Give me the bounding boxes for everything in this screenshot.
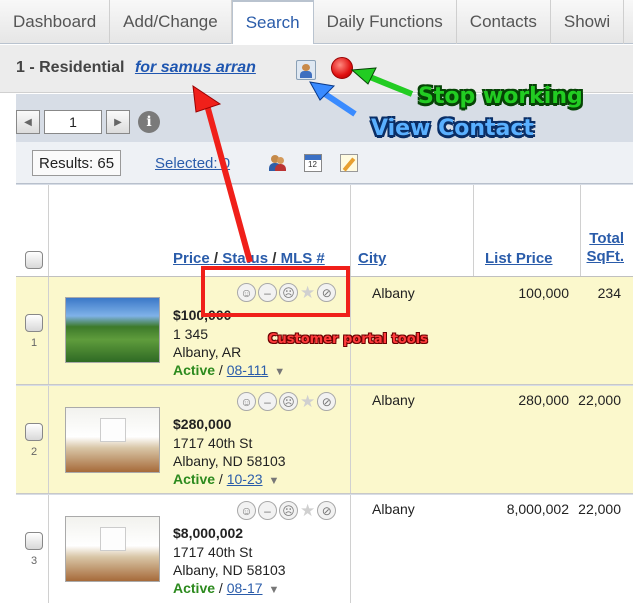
chevron-down-icon[interactable]: ▼ [269,475,280,487]
listing-address-line1: 1 345 [173,326,209,342]
row-number: 3 [31,555,38,567]
listing-list-price: 8,000,002 [506,501,569,517]
mls-link[interactable]: 10-23 [227,471,263,487]
info-icon[interactable]: i [138,111,160,133]
next-page-button[interactable]: ▶ [106,110,130,134]
edit-note-icon[interactable] [340,154,358,172]
listing-price: $8,000,002 [173,525,244,541]
table-row[interactable]: 2 ☺ – ☹ ★ ⊘ $280,000 1717 40th St Albany… [16,386,633,494]
customer-portal-annotation: Customer portal tools [268,332,428,347]
main-tabs: Dashboard Add/Change Search Daily Functi… [0,0,633,44]
tab-search[interactable]: Search [231,0,314,44]
mls-link[interactable]: 08-111 [227,362,269,378]
listing-city: Albany [372,285,415,301]
mls-link[interactable]: 08-17 [227,580,263,596]
frown-face-icon[interactable]: ☹ [279,501,298,520]
view-contact-annotation: View Contact [371,116,534,141]
smile-face-icon[interactable]: ☺ [237,392,256,411]
listing-list-price: 100,000 [518,285,569,301]
tab-contacts[interactable]: Contacts [457,0,551,44]
neutral-face-icon[interactable]: – [258,501,277,520]
list-price-sort-link[interactable]: List Price [485,250,553,267]
neutral-face-icon[interactable]: – [258,392,277,411]
listing-address-line2: Albany, AR [173,344,242,360]
row-number: 2 [31,446,38,458]
row-checkbox[interactable] [25,314,43,332]
listing-sqft: 234 [597,285,621,301]
listing-status: Active / 08-17 ▼ [173,580,280,596]
page-number-input[interactable]: 1 [44,110,102,134]
table-header: Price / Status / MLS # City List Price T… [16,185,633,277]
star-icon[interactable]: ★ [300,501,315,520]
listing-city: Albany [372,501,415,517]
listing-price: $280,000 [173,416,232,432]
block-icon[interactable]: ⊘ [317,392,337,411]
calendar-icon[interactable]: 12 [304,154,322,172]
portal-tools-highlight-box [201,266,350,317]
people-icon[interactable] [268,154,286,172]
prev-page-button[interactable]: ◀ [16,110,40,134]
star-icon[interactable]: ★ [300,392,315,411]
listing-status: Active / 08-111 ▼ [173,362,286,378]
row-number: 1 [31,337,38,349]
listing-list-price: 280,000 [518,392,569,408]
listing-sqft: 22,000 [578,501,621,517]
listing-sqft: 22,000 [578,392,621,408]
price-status-mls-header: Price / Status / MLS # [173,250,325,267]
pager: ◀ 1 ▶ i [16,110,160,134]
portal-tools: ☺ – ☹ ★ ⊘ [237,392,337,411]
row-checkbox[interactable] [25,532,43,550]
stop-working-icon[interactable] [331,57,353,79]
smile-face-icon[interactable]: ☺ [237,501,256,520]
search-category: 1 - Residential [16,59,125,76]
listing-address-line2: Albany, ND 58103 [173,562,286,578]
tab-add-change[interactable]: Add/Change [110,0,232,44]
city-sort-link[interactable]: City [358,250,386,267]
chevron-down-icon[interactable]: ▼ [274,366,285,378]
frown-face-icon[interactable]: ☹ [279,392,298,411]
listing-photo[interactable] [65,297,160,363]
selected-link[interactable]: Selected: 0 [155,155,230,172]
listing-address-line2: Albany, ND 58103 [173,453,286,469]
tab-daily-functions[interactable]: Daily Functions [314,0,457,44]
tab-dashboard[interactable]: Dashboard [0,0,111,44]
portal-tools: ☺ – ☹ ★ ⊘ [237,501,337,520]
mls-sort-link[interactable]: MLS # [281,250,325,267]
listing-photo[interactable] [65,516,160,582]
price-sort-link[interactable]: Price [173,250,210,267]
listing-address-line1: 1717 40th St [173,435,253,451]
chevron-down-icon[interactable]: ▼ [269,584,280,596]
table-row[interactable]: 3 ☺ – ☹ ★ ⊘ $8,000,002 1717 40th St Alba… [16,495,633,603]
block-icon[interactable]: ⊘ [317,501,337,520]
total-sqft-sort-link[interactable]: Total SqFt. [586,230,625,266]
select-all-checkbox[interactable] [25,251,43,269]
results-count: Results: 65 [32,150,122,176]
status-sort-link[interactable]: Status [222,250,268,267]
view-contact-icon[interactable] [296,60,316,80]
listing-status: Active / 10-23 ▼ [173,471,280,487]
stop-working-annotation: Stop working [418,84,583,109]
listing-address-line1: 1717 40th St [173,544,253,560]
row-checkbox[interactable] [25,423,43,441]
results-toolbar: Results: 65 Selected: 0 12 [16,142,633,184]
listing-photo[interactable] [65,407,160,473]
search-title: 1 - Residential for samus arran [16,59,256,77]
listing-city: Albany [372,392,415,408]
contact-link[interactable]: for samus arran [135,59,256,76]
tab-showings[interactable]: Showi [551,0,625,44]
